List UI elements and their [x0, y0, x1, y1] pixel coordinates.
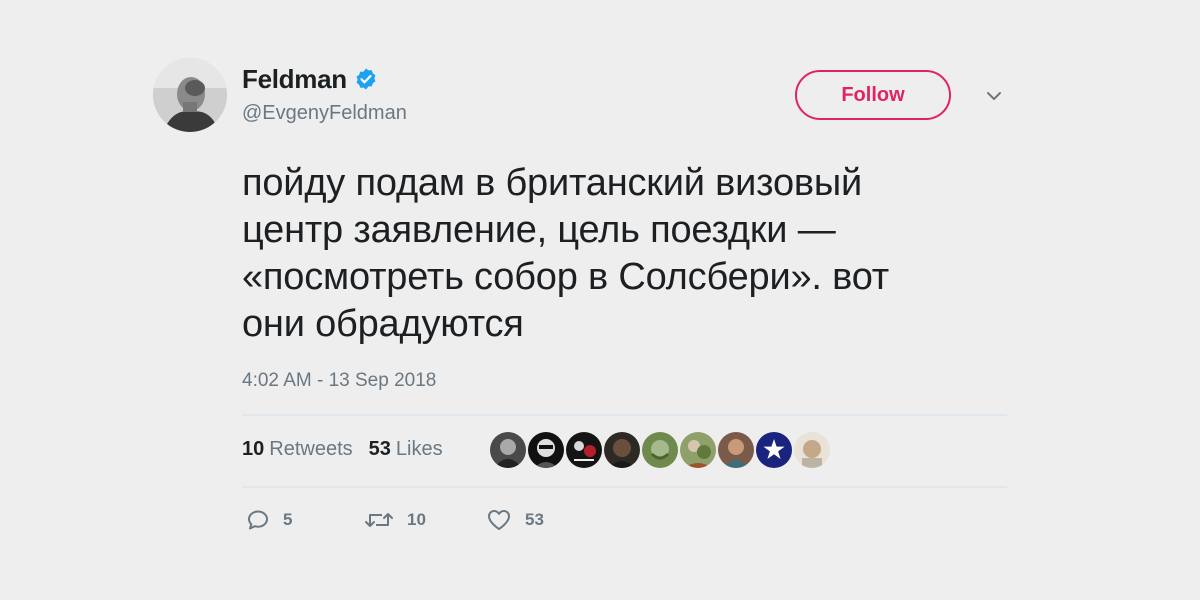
liker-avatar-3[interactable] [566, 432, 602, 468]
tweet-stats: 10 Retweets 53 Likes [242, 438, 459, 461]
chevron-down-icon[interactable] [984, 86, 1004, 106]
follow-button[interactable]: Follow [795, 70, 951, 120]
tweet-text: пойду подам в британский визовый центр з… [242, 162, 889, 345]
retweet-count: 10 [407, 510, 426, 529]
reply-icon [248, 510, 268, 530]
verified-badge-icon [354, 67, 378, 91]
likes-stat[interactable]: 53 Likes [369, 438, 443, 461]
reply-action[interactable]: 5 [246, 508, 364, 532]
retweets-count: 10 [242, 438, 265, 460]
author-photo [153, 58, 227, 132]
like-count: 53 [525, 510, 544, 529]
author-avatar[interactable] [153, 58, 227, 132]
liker-avatar-6[interactable] [680, 432, 716, 468]
tweet-card: Feldman @EvgenyFeldman Follow пойду пода… [153, 58, 1008, 558]
likes-count: 53 [368, 438, 391, 460]
divider [242, 414, 1007, 416]
tweet-actions: 5 10 53 [246, 508, 586, 532]
liker-avatar-4[interactable] [604, 432, 640, 468]
reply-count: 5 [283, 510, 293, 529]
liker-avatar-1[interactable] [490, 432, 526, 468]
likers-avatars [490, 432, 832, 468]
author-display-name[interactable]: Feldman [242, 64, 347, 95]
heart-icon [488, 510, 510, 530]
divider [242, 486, 1007, 488]
retweets-label: Retweets [269, 438, 353, 460]
retweet-icon [365, 513, 393, 527]
liker-avatar-5[interactable] [642, 432, 678, 468]
tweet-timestamp[interactable]: 4:02 AM - 13 Sep 2018 [242, 370, 436, 392]
liker-avatar-7[interactable] [718, 432, 754, 468]
like-action[interactable]: 53 [486, 508, 586, 532]
liker-avatar-2[interactable] [528, 432, 564, 468]
author-handle[interactable]: @EvgenyFeldman [242, 102, 407, 125]
liker-avatar-8[interactable] [756, 432, 792, 468]
retweets-stat[interactable]: 10 Retweets [242, 438, 353, 461]
author-name-row: Feldman [242, 62, 378, 96]
likes-label: Likes [395, 438, 443, 460]
retweet-action[interactable]: 10 [364, 508, 486, 532]
liker-avatar-9[interactable] [794, 432, 830, 468]
